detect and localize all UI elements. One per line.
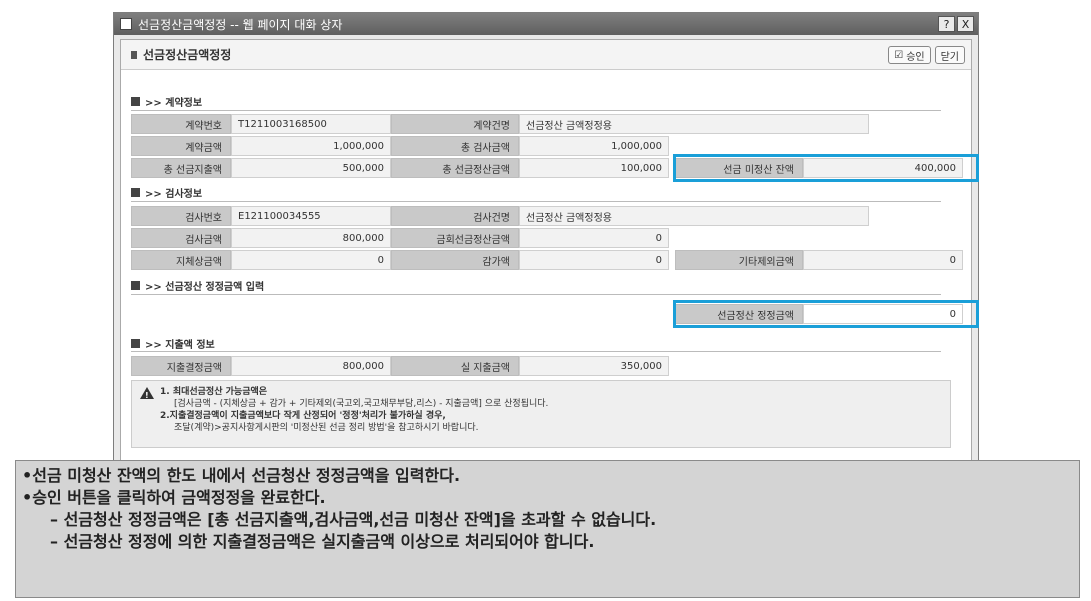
payment-section-title: >> 지출액 정보 <box>131 336 215 351</box>
decided-label: 지출결정금액 <box>131 356 231 376</box>
note-line-1: •선금 미청산 잔액의 한도 내에서 선금청산 정정금액을 입력한다. <box>22 466 461 485</box>
section-icon <box>131 188 140 197</box>
window-icon <box>120 18 132 30</box>
note-line-4: – 선금청산 정정에 의한 지출결정금액은 실지출금액 이상으로 처리되어야 합… <box>50 532 595 551</box>
inspection-amount-label: 검사금액 <box>131 228 231 248</box>
warning-line-1: 1. 최대선금정산 가능금액은 <box>160 387 268 397</box>
total-settled-field: 100,000 <box>519 158 669 178</box>
warning-line-4: 조달(계약)>공지사항게시판의 '미정산된 선금 정리 방법'을 참고하시기 바… <box>174 423 479 433</box>
other-field: 0 <box>803 250 963 270</box>
actual-label: 실 지출금액 <box>391 356 519 376</box>
correction-highlight <box>673 300 979 328</box>
warning-line-3: 2.지출결정금액이 지출금액보다 작게 산정되어 '정정'처리가 불가하실 경우… <box>160 411 446 421</box>
approve-button[interactable]: ☑ 승인 <box>888 46 931 64</box>
contract-row-2: 계약금액 1,000,000 총 검사금액 1,000,000 <box>131 136 669 156</box>
inspection-section-title: >> 검사정보 <box>131 185 202 200</box>
contract-name-label: 계약건명 <box>391 114 519 134</box>
section-icon <box>131 339 140 348</box>
inspection-name-field: 선금정산 금액정정용 <box>519 206 869 226</box>
approve-label: 승인 <box>906 51 925 63</box>
inspection-row-2: 검사금액 800,000 금회선금정산금액 0 <box>131 228 669 248</box>
note-line-2: •승인 버튼을 클릭하여 금액정정을 완료한다. <box>22 488 326 507</box>
total-advance-label: 총 선금지출액 <box>131 158 231 178</box>
deduction-label: 감가액 <box>391 250 519 270</box>
warning-line-2: [검사금액 - (지체상금 + 감가 + 기타제외(국고외,국고채무부담,리스)… <box>174 399 549 409</box>
section-icon <box>131 281 140 290</box>
deduction-field: 0 <box>519 250 669 270</box>
check-icon: ☑ <box>894 49 904 61</box>
payment-row: 지출결정금액 800,000 실 지출금액 350,000 <box>131 356 669 376</box>
inspection-row-3: 지체상금액 0 감가액 0 기타제외금액 0 <box>131 250 963 270</box>
delay-field: 0 <box>231 250 391 270</box>
note-line-3: – 선금청산 정정금액은 [총 선금지출액,검사금액,선금 미청산 잔액]을 초… <box>50 510 657 529</box>
dialog-content: 선금정산금액정정 ☑ 승인 닫기 >> 계약정보 계약번호 T121100316… <box>120 39 979 475</box>
page-header: 선금정산금액정정 <box>121 40 971 70</box>
total-inspection-label: 총 검사금액 <box>391 136 519 156</box>
correction-section-title: >> 선금정산 정정금액 입력 <box>131 278 264 293</box>
total-advance-field: 500,000 <box>231 158 391 178</box>
contract-section-title: >> 계약정보 <box>131 94 202 109</box>
contract-row-1: 계약번호 T1211003168500 계약건명 선금정산 금액정정용 <box>131 114 869 134</box>
window-title: 선금정산금액정정 -- 웹 페이지 대화 상자 <box>138 17 343 32</box>
contract-no-label: 계약번호 <box>131 114 231 134</box>
current-advance-label: 금회선금정산금액 <box>391 228 519 248</box>
decided-field: 800,000 <box>231 356 391 376</box>
inspection-name-label: 검사건명 <box>391 206 519 226</box>
close-button[interactable]: 닫기 <box>934 46 965 64</box>
warning-box: ! 1. 최대선금정산 가능금액은 [검사금액 - (지체상금 + 감가 + 기… <box>131 380 951 448</box>
help-button[interactable]: ? <box>938 16 955 32</box>
contract-no-field: T1211003168500 <box>231 114 391 134</box>
actual-field: 350,000 <box>519 356 669 376</box>
page-title: 선금정산금액정정 <box>143 48 232 62</box>
inspection-row-1: 검사번호 E121100034555 검사건명 선금정산 금액정정용 <box>131 206 869 226</box>
current-advance-field: 0 <box>519 228 669 248</box>
inspection-no-label: 검사번호 <box>131 206 231 226</box>
contract-name-field: 선금정산 금액정정용 <box>519 114 869 134</box>
contract-amount-field: 1,000,000 <box>231 136 391 156</box>
section-icon <box>131 97 140 106</box>
unsettled-highlight <box>673 154 979 182</box>
close-label: 닫기 <box>940 51 959 63</box>
inspection-no-field: E121100034555 <box>231 206 391 226</box>
contract-amount-label: 계약금액 <box>131 136 231 156</box>
total-settled-label: 총 선금정산금액 <box>391 158 519 178</box>
title-bar[interactable]: 선금정산금액정정 -- 웹 페이지 대화 상자 ? X <box>114 13 978 35</box>
bullet-icon <box>131 50 137 59</box>
total-inspection-field: 1,000,000 <box>519 136 669 156</box>
dialog-window: 선금정산금액정정 -- 웹 페이지 대화 상자 ? X 선금정산금액정정 ☑ 승… <box>113 12 979 482</box>
delay-label: 지체상금액 <box>131 250 231 270</box>
instruction-note: •선금 미청산 잔액의 한도 내에서 선금청산 정정금액을 입력한다. •승인 … <box>15 460 1080 598</box>
other-label: 기타제외금액 <box>675 250 803 270</box>
close-window-button[interactable]: X <box>957 16 974 32</box>
inspection-amount-field: 800,000 <box>231 228 391 248</box>
